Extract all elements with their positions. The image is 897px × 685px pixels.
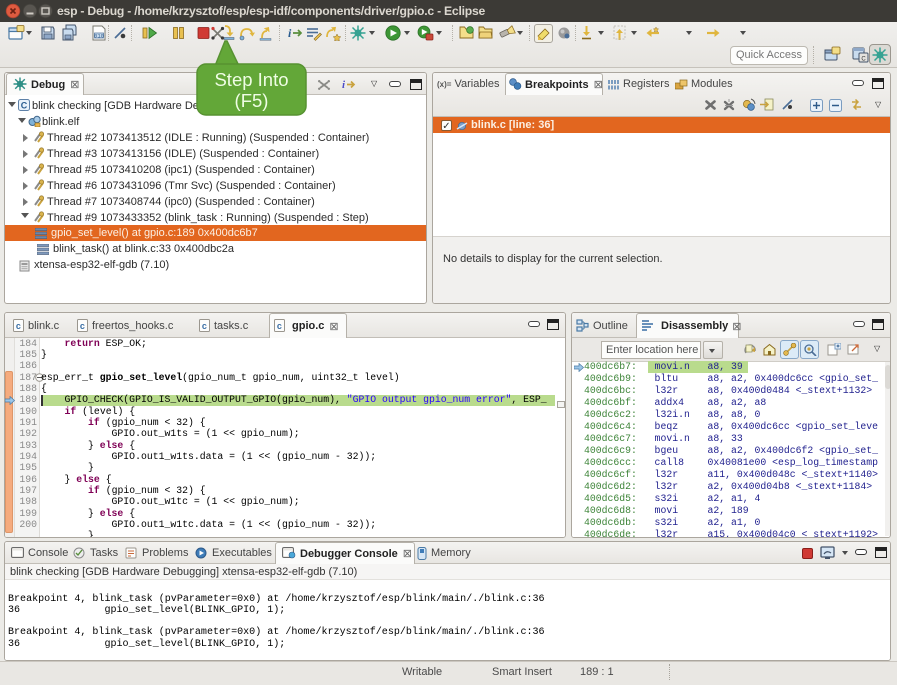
svg-text:c: c <box>80 322 85 332</box>
svg-text:c: c <box>277 322 282 332</box>
svg-text:i: i <box>342 79 346 90</box>
svg-text:c: c <box>202 322 207 332</box>
svg-text:C: C <box>861 57 866 63</box>
svg-text:c: c <box>16 322 21 332</box>
svg-text:010: 010 <box>94 32 104 39</box>
svg-text:C: C <box>21 101 28 111</box>
